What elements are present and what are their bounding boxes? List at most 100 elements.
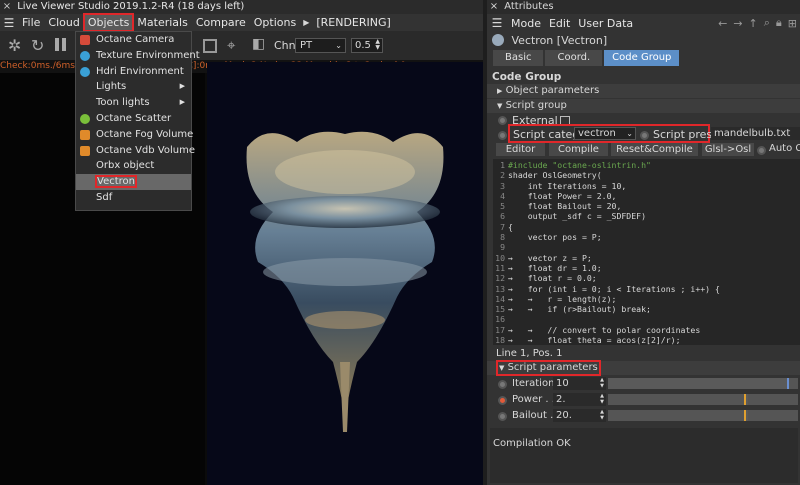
- param-value: 10: [556, 378, 569, 389]
- render-viewport[interactable]: [207, 62, 483, 485]
- hamburger-icon[interactable]: ☰: [487, 16, 507, 30]
- script-group-toggle[interactable]: ▼ Script group: [487, 99, 800, 113]
- code-line: 6 output _sdf c = _SDFDEF): [493, 211, 800, 221]
- lock-icon[interactable]: 🔒︎: [773, 16, 785, 30]
- line-number: 17: [495, 324, 505, 335]
- pause-render-icon[interactable]: [55, 38, 66, 51]
- menu-options[interactable]: Options: [250, 14, 300, 31]
- tab-coord[interactable]: Coord.: [545, 50, 603, 66]
- zoom-stepper[interactable]: 0.5 ▲ ▼: [351, 38, 383, 53]
- menu-compare[interactable]: Compare: [192, 14, 250, 31]
- menu-item-vectron[interactable]: Vectron: [76, 174, 191, 190]
- up-arrow-icon[interactable]: ↑: [746, 17, 761, 30]
- expand-arrow-icon: ▶: [497, 87, 503, 95]
- code-text: output _sdf c = _SDFDEF): [508, 211, 647, 222]
- attributes-titlebar: × Attributes: [487, 0, 800, 14]
- code-text: #include "octane-oslintrin.h": [508, 160, 651, 170]
- param-value-field[interactable]: 20. ▲ ▼: [553, 409, 606, 422]
- live-viewer-toolbar: ✲ ↻ ⌖ ◧ Chn: PT ⌄ 0.5 ▲ ▼: [0, 31, 483, 60]
- code-text: → vector z = P;: [508, 252, 592, 263]
- param-value-field[interactable]: 2. ▲ ▼: [553, 393, 606, 406]
- menu-item-orbx-object[interactable]: Orbx object: [76, 158, 191, 174]
- menu-item-lights[interactable]: Lights ▶: [76, 79, 191, 95]
- editor-button[interactable]: Editor: [496, 143, 545, 156]
- menu-item-octane-scatter[interactable]: Octane Scatter: [76, 111, 191, 127]
- new-panel-icon[interactable]: ⊞: [785, 17, 800, 30]
- tab-basic[interactable]: Basic: [493, 50, 544, 66]
- submenu-arrow-icon: ▶: [179, 82, 185, 91]
- script-parameters-label: Script parameters: [507, 362, 598, 373]
- vectron-object-icon: [492, 34, 504, 46]
- menu-item-hdri-environment[interactable]: Hdri Environment: [76, 64, 191, 80]
- object-header: Vectron [Vectron]: [487, 32, 800, 50]
- hamburger-icon[interactable]: ☰: [0, 16, 18, 30]
- code-text: → → // convert to polar coordinates: [508, 324, 701, 335]
- script-category-select[interactable]: vectron ⌄: [574, 127, 636, 140]
- lock-resolution-icon[interactable]: ◧: [252, 36, 265, 52]
- tab-code-group[interactable]: Code Group: [604, 50, 680, 66]
- forward-arrow-icon[interactable]: →: [730, 17, 745, 30]
- auto-compile-radio-icon[interactable]: [757, 146, 766, 155]
- script-category-value: vectron: [578, 128, 616, 139]
- submenu-arrow-icon: ▶: [179, 98, 185, 107]
- code-text: → for (int i = 0; i < Iterations ; i++) …: [508, 283, 720, 294]
- script-parameters-toggle[interactable]: ▼ Script parameters: [487, 360, 800, 376]
- param-value: 2.: [556, 394, 566, 405]
- external-radio-icon[interactable]: [498, 116, 507, 125]
- line-number: 2: [500, 170, 505, 181]
- search-icon[interactable]: ⌕: [761, 16, 773, 30]
- menu-more-arrow-icon[interactable]: ▶: [300, 18, 312, 27]
- region-render-icon[interactable]: [203, 39, 217, 53]
- menu-edit[interactable]: Edit: [545, 15, 574, 32]
- script-file-field[interactable]: mandelbulb.txt: [711, 127, 800, 140]
- compile-button[interactable]: Compile: [549, 143, 608, 156]
- menu-item-octane-fog-volume[interactable]: Octane Fog Volume: [76, 127, 193, 143]
- menu-file[interactable]: File: [18, 14, 44, 31]
- close-icon[interactable]: ×: [0, 0, 14, 14]
- param-slider[interactable]: [608, 394, 798, 405]
- param-radio-icon[interactable]: [498, 380, 507, 389]
- code-text: → → float theta = acos(z[2]/r);: [508, 335, 681, 345]
- script-category-radio-icon[interactable]: [498, 131, 507, 140]
- code-editor[interactable]: 1 #include "octane-oslintrin.h" 2 shader Os…: [493, 159, 800, 345]
- param-slider[interactable]: [608, 378, 798, 389]
- menu-user-data[interactable]: User Data: [574, 15, 637, 32]
- chevron-down-icon: ⌄: [626, 129, 633, 138]
- reset-compile-button[interactable]: Reset&Compile: [611, 143, 698, 156]
- script-presets-radio-icon[interactable]: [640, 131, 649, 140]
- code-line: 1 #include "octane-oslintrin.h": [493, 160, 800, 170]
- stepper-arrows-icon: ▲ ▼: [375, 38, 380, 51]
- menu-item-label: Hdri Environment: [96, 65, 184, 77]
- close-icon[interactable]: ×: [487, 0, 501, 14]
- menu-item-octane-camera[interactable]: Octane Camera: [76, 32, 191, 48]
- menu-cloud[interactable]: Cloud: [44, 14, 83, 31]
- restart-render-icon[interactable]: ↻: [31, 36, 44, 55]
- code-line: 4 float Power = 2.0,: [493, 191, 800, 201]
- line-number: 14: [495, 293, 505, 304]
- menu-item-texture-environment[interactable]: Texture Environment: [76, 48, 200, 64]
- param-radio-icon[interactable]: [498, 396, 507, 405]
- back-arrow-icon[interactable]: ←: [715, 17, 730, 30]
- code-text: float Power = 2.0,: [508, 190, 617, 201]
- param-radio-icon[interactable]: [498, 412, 507, 421]
- menu-objects[interactable]: Objects: [82, 13, 135, 32]
- menu-materials[interactable]: Materials: [133, 14, 191, 31]
- scatter-icon: [80, 113, 90, 124]
- script-group-label: Script group: [505, 100, 567, 111]
- line-number: 18: [495, 335, 505, 345]
- line-number: 15: [495, 304, 505, 315]
- attributes-menubar: ☰ Mode Edit User Data ← → ↑ ⌕ 🔒︎ ⊞: [487, 14, 800, 32]
- param-slider[interactable]: [608, 410, 798, 421]
- code-text: vector pos = P;: [508, 232, 602, 243]
- channel-select[interactable]: PT ⌄: [295, 38, 346, 53]
- menu-item-label: Octane Camera: [96, 34, 175, 45]
- menu-item-sdf[interactable]: Sdf: [76, 190, 191, 206]
- param-value-field[interactable]: 10 ▲ ▼: [553, 377, 606, 390]
- menu-item-octane-vdb-volume[interactable]: Octane Vdb Volume: [76, 143, 195, 159]
- menu-item-toon-lights[interactable]: Toon lights ▶: [76, 95, 191, 111]
- pick-focus-icon[interactable]: ⌖: [227, 36, 235, 54]
- glsl-to-osl-button[interactable]: Glsl->Osl: [702, 143, 754, 156]
- render-settings-icon[interactable]: ✲: [8, 36, 21, 55]
- object-parameters-toggle[interactable]: ▶ Object parameters: [487, 84, 800, 98]
- menu-mode[interactable]: Mode: [507, 15, 545, 32]
